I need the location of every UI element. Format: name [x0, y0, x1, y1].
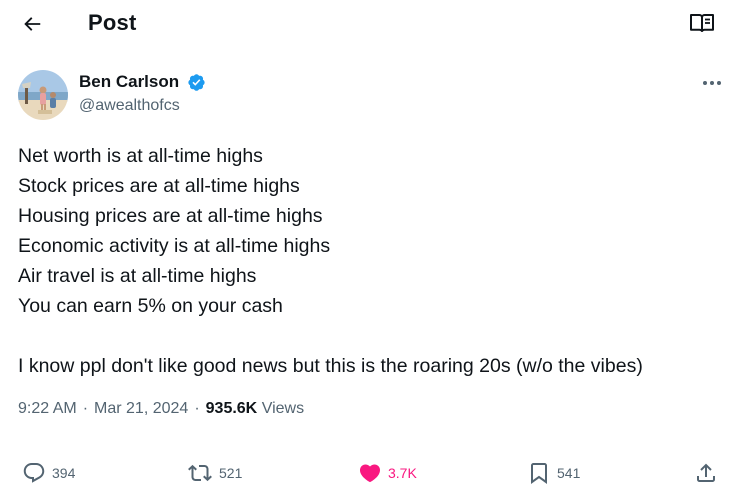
- tweet-closing-line: I know ppl don't like good news but this…: [18, 355, 643, 377]
- ellipsis-icon: [703, 81, 721, 85]
- share-button[interactable]: [694, 455, 718, 491]
- share-upload-icon: [697, 463, 715, 482]
- tweet-action-bar: 394 521 3.7K 541: [0, 455, 746, 491]
- separator: ·: [194, 400, 200, 417]
- more-options-button[interactable]: [700, 74, 724, 92]
- bookmark-count: 541: [557, 465, 581, 481]
- reader-mode-button[interactable]: [689, 11, 715, 35]
- tweet-line: Economic activity is at all-time highs: [18, 235, 331, 257]
- tweet-time: 9:22 AM: [18, 400, 77, 417]
- author-name[interactable]: Ben Carlson: [79, 72, 179, 92]
- tweet-text: Net worth is at all-time highs Stock pri…: [18, 141, 733, 381]
- bookmark-button[interactable]: 541: [527, 455, 580, 491]
- repost-count: 521: [219, 465, 243, 481]
- tweet-date: Mar 21, 2024: [94, 400, 189, 417]
- back-button[interactable]: [18, 10, 46, 38]
- repost-button[interactable]: 521: [187, 455, 242, 491]
- reply-bubble-icon: [23, 463, 45, 483]
- avatar[interactable]: [18, 70, 68, 120]
- separator: ·: [82, 400, 89, 417]
- bookmark-icon: [531, 463, 547, 484]
- avatar-image: [18, 70, 68, 120]
- views-label: Views: [261, 400, 305, 417]
- tweet-line: Stock prices are at all-time highs: [18, 175, 300, 197]
- like-button[interactable]: 3.7K: [358, 455, 417, 491]
- views-count: 935.6K: [205, 400, 258, 417]
- reply-button[interactable]: 394: [22, 455, 75, 491]
- tweet-paragraph-gap: [18, 321, 733, 351]
- timestamp-link[interactable]: 9:22 AM · Mar 21, 2024: [18, 400, 188, 417]
- open-book-icon: [690, 14, 714, 32]
- heart-filled-icon: [359, 464, 381, 483]
- verified-badge-icon: [188, 74, 205, 91]
- reply-count: 394: [52, 465, 76, 481]
- page-title: Post: [88, 10, 137, 35]
- tweet-meta: 9:22 AM · Mar 21, 2024 · 935.6K Views: [18, 400, 304, 418]
- tweet-line: Housing prices are at all-time highs: [18, 205, 323, 227]
- like-count: 3.7K: [388, 465, 417, 481]
- tweet-line: You can earn 5% on your cash: [18, 295, 283, 317]
- tweet-line: Air travel is at all-time highs: [18, 265, 257, 287]
- repost-icon: [188, 464, 212, 482]
- arrow-left-icon: [24, 17, 41, 31]
- post-header: Post: [0, 0, 746, 48]
- tweet-line: Net worth is at all-time highs: [18, 145, 263, 167]
- author-handle[interactable]: @awealthofcs: [79, 97, 180, 115]
